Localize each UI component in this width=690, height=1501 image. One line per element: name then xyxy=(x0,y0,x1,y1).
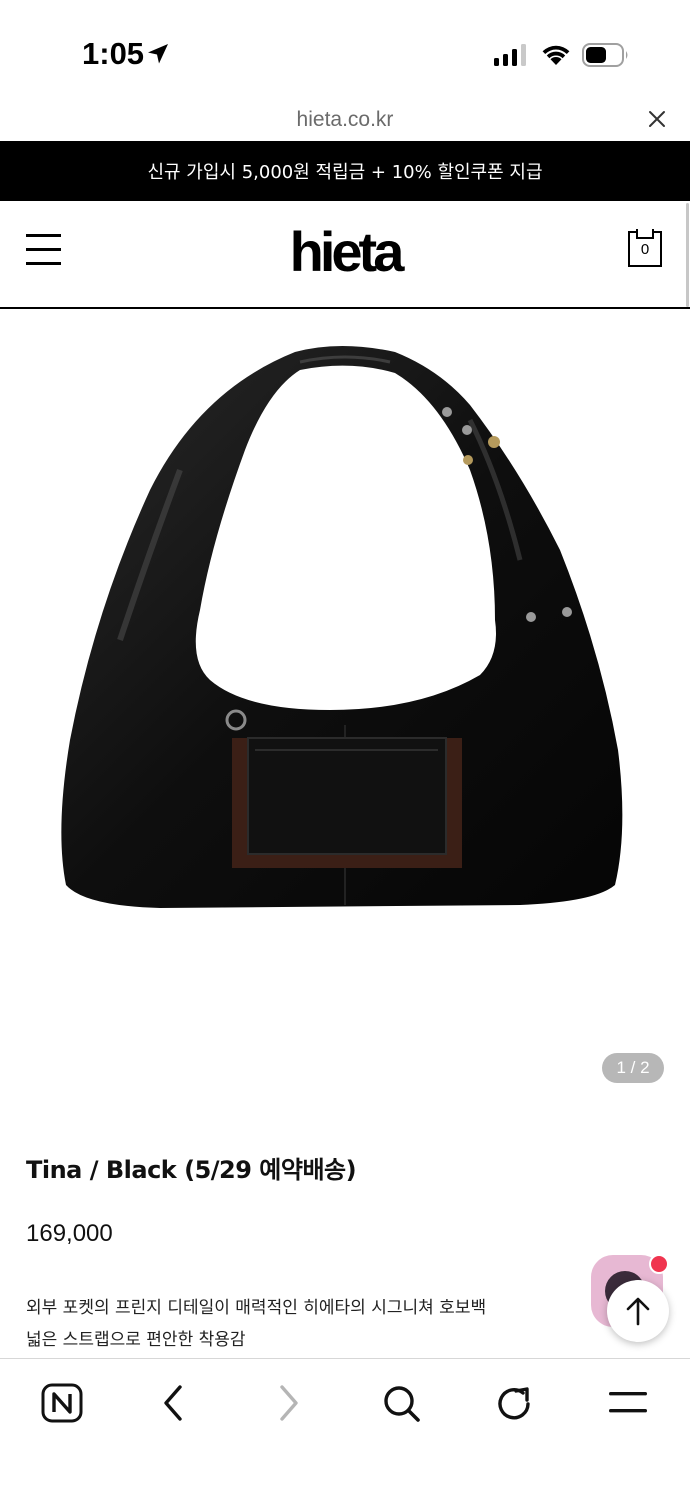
url-text[interactable]: hieta.co.kr xyxy=(0,108,690,132)
close-icon[interactable] xyxy=(648,110,666,128)
browser-bottom-toolbar xyxy=(0,1358,690,1501)
black-hobo-bag-image xyxy=(61,346,623,908)
product-price: 169,000 xyxy=(26,1220,113,1247)
scroll-to-top-button[interactable] xyxy=(607,1280,669,1342)
wifi-icon xyxy=(542,45,570,65)
status-time: 1:05 xyxy=(82,36,145,71)
menu-icon[interactable] xyxy=(606,1383,650,1423)
product-image[interactable] xyxy=(0,310,690,1100)
back-icon[interactable] xyxy=(158,1383,190,1423)
cart-count: 0 xyxy=(640,241,650,258)
status-bar: 1:05 xyxy=(0,0,690,100)
battery-icon xyxy=(582,43,628,67)
naver-home-icon[interactable] xyxy=(40,1383,84,1423)
location-arrow-icon xyxy=(148,44,168,64)
reload-icon[interactable] xyxy=(494,1383,536,1425)
notification-dot xyxy=(649,1254,669,1274)
page-scrollbar[interactable] xyxy=(686,203,689,307)
promo-text: 신규 가입시 5,000원 적립금 + 10% 할인쿠폰 지급 xyxy=(147,162,543,183)
search-icon[interactable] xyxy=(381,1383,423,1425)
site-header: hieta 0 xyxy=(0,201,690,309)
cart-button[interactable]: 0 xyxy=(628,229,662,267)
site-logo[interactable]: hieta xyxy=(0,219,690,284)
browser-url-bar[interactable]: hieta.co.kr xyxy=(0,100,690,140)
shopping-bag-handle xyxy=(636,229,654,239)
product-description-line: 넓은 스트랩으로 편안한 착용감 xyxy=(26,1330,246,1350)
forward-icon[interactable] xyxy=(272,1383,304,1423)
product-name: Tina / Black (5/29 예약배송) xyxy=(26,1156,357,1184)
promo-banner[interactable]: 신규 가입시 5,000원 적립금 + 10% 할인쿠폰 지급 xyxy=(0,141,690,201)
product-description-line: 외부 포켓의 프린지 디테일이 매력적인 히에타의 시그니쳐 호보백 xyxy=(26,1298,487,1318)
arrow-up-icon xyxy=(626,1297,650,1326)
slide-counter: 1 / 2 xyxy=(602,1053,664,1083)
cellular-signal-icon xyxy=(494,44,526,66)
